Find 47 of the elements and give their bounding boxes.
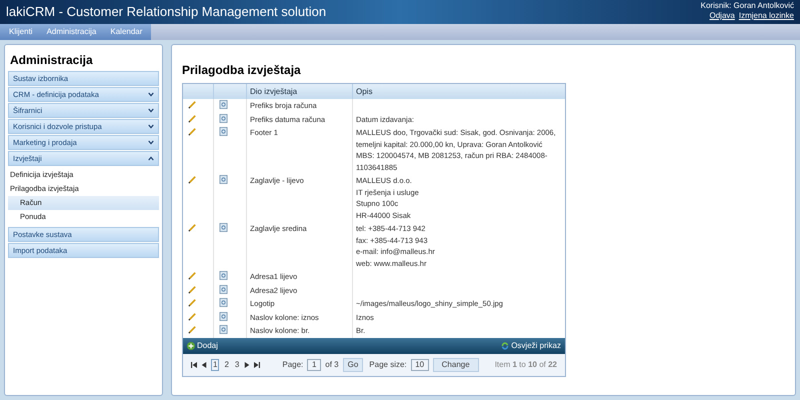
page-number[interactable]: 2 [223, 360, 230, 370]
pencil-icon[interactable] [188, 114, 197, 122]
pencil-icon[interactable] [188, 312, 197, 320]
change-button[interactable]: Change [432, 358, 479, 372]
document-icon[interactable] [219, 298, 228, 307]
document-icon[interactable] [219, 271, 228, 280]
refresh-icon [501, 342, 510, 350]
document-icon[interactable] [219, 175, 228, 184]
column-header: Dio izvještaja [247, 84, 353, 99]
sidebar-title: Administracija [9, 52, 94, 69]
header-link[interactable]: Izmjena lozinke [738, 11, 794, 21]
next-page-icon[interactable] [244, 362, 250, 368]
page-size-input[interactable]: 10 [410, 358, 429, 370]
pencil-icon[interactable] [188, 223, 197, 232]
pencil-icon[interactable] [188, 127, 197, 136]
page-size-label: Page size: [369, 358, 407, 370]
document-icon[interactable] [219, 312, 228, 320]
header-link[interactable]: Odjava [710, 11, 735, 21]
app-title: lakiCRM - Customer Relationship Management solution [6, 3, 326, 21]
pencil-icon[interactable] [188, 271, 197, 280]
page-input[interactable]: 1 [307, 358, 322, 370]
page-count: of 3 [325, 358, 339, 370]
document-icon[interactable] [219, 284, 228, 294]
pencil-icon[interactable] [188, 100, 197, 109]
page-number[interactable]: 3 [234, 360, 240, 370]
document-icon[interactable] [219, 100, 228, 109]
plus-icon [187, 342, 195, 350]
previous-page-icon[interactable] [201, 362, 207, 368]
go-button[interactable]: Go [342, 358, 364, 372]
refresh-button[interactable]: Osvježi prikaz [501, 340, 561, 352]
pencil-icon[interactable] [188, 175, 197, 184]
user-label: Korisnik: Goran Antolković [700, 1, 794, 11]
pencil-icon[interactable] [188, 284, 197, 294]
item-summary: Item 1 to 10 of 22 [494, 358, 557, 370]
document-icon[interactable] [219, 127, 228, 136]
document-icon[interactable] [219, 114, 228, 122]
page-number[interactable]: 1 [211, 358, 220, 370]
add-button[interactable]: Dodaj [187, 340, 218, 352]
last-page-icon[interactable] [254, 362, 260, 368]
document-icon[interactable] [219, 223, 228, 232]
document-icon[interactable] [219, 325, 228, 334]
column-header: Opis [355, 86, 374, 98]
page-title: Prilagodba izvještaja [182, 62, 302, 79]
first-page-icon[interactable] [191, 362, 197, 368]
pencil-icon[interactable] [188, 298, 197, 307]
page-label: Page: [282, 358, 304, 370]
pencil-icon[interactable] [188, 325, 197, 334]
